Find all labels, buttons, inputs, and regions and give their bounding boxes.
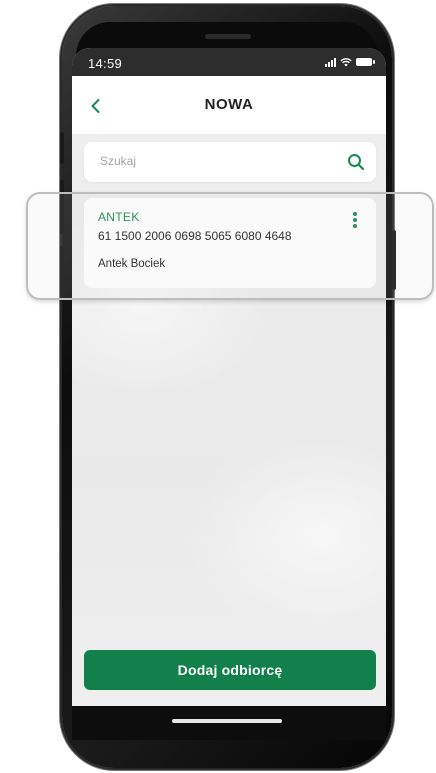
status-time: 14:59 bbox=[88, 56, 123, 71]
status-bar: 14:59 bbox=[72, 48, 386, 76]
signal-icon bbox=[325, 57, 336, 67]
phone-side-button-left-top bbox=[60, 132, 64, 164]
page-title: NOWA bbox=[204, 96, 254, 113]
add-recipient-button[interactable]: Dodaj odbiorcę bbox=[84, 650, 376, 690]
wifi-icon bbox=[340, 58, 352, 67]
bottom-bar bbox=[72, 706, 386, 740]
app-header: NOWA bbox=[72, 76, 386, 134]
home-indicator bbox=[172, 719, 282, 723]
phone-speaker bbox=[205, 34, 251, 39]
status-icons bbox=[325, 57, 375, 67]
battery-icon bbox=[356, 58, 375, 66]
highlight-frame bbox=[26, 192, 434, 300]
search-icon[interactable] bbox=[346, 152, 366, 172]
search-input[interactable] bbox=[98, 153, 332, 169]
app-screen: 14:59 NOWA Szukaj ANTEK 61 1500 2006 069… bbox=[72, 48, 386, 708]
screenshot-stage: 14:59 NOWA Szukaj ANTEK 61 1500 2006 069… bbox=[0, 0, 436, 773]
search-bar bbox=[84, 142, 376, 182]
